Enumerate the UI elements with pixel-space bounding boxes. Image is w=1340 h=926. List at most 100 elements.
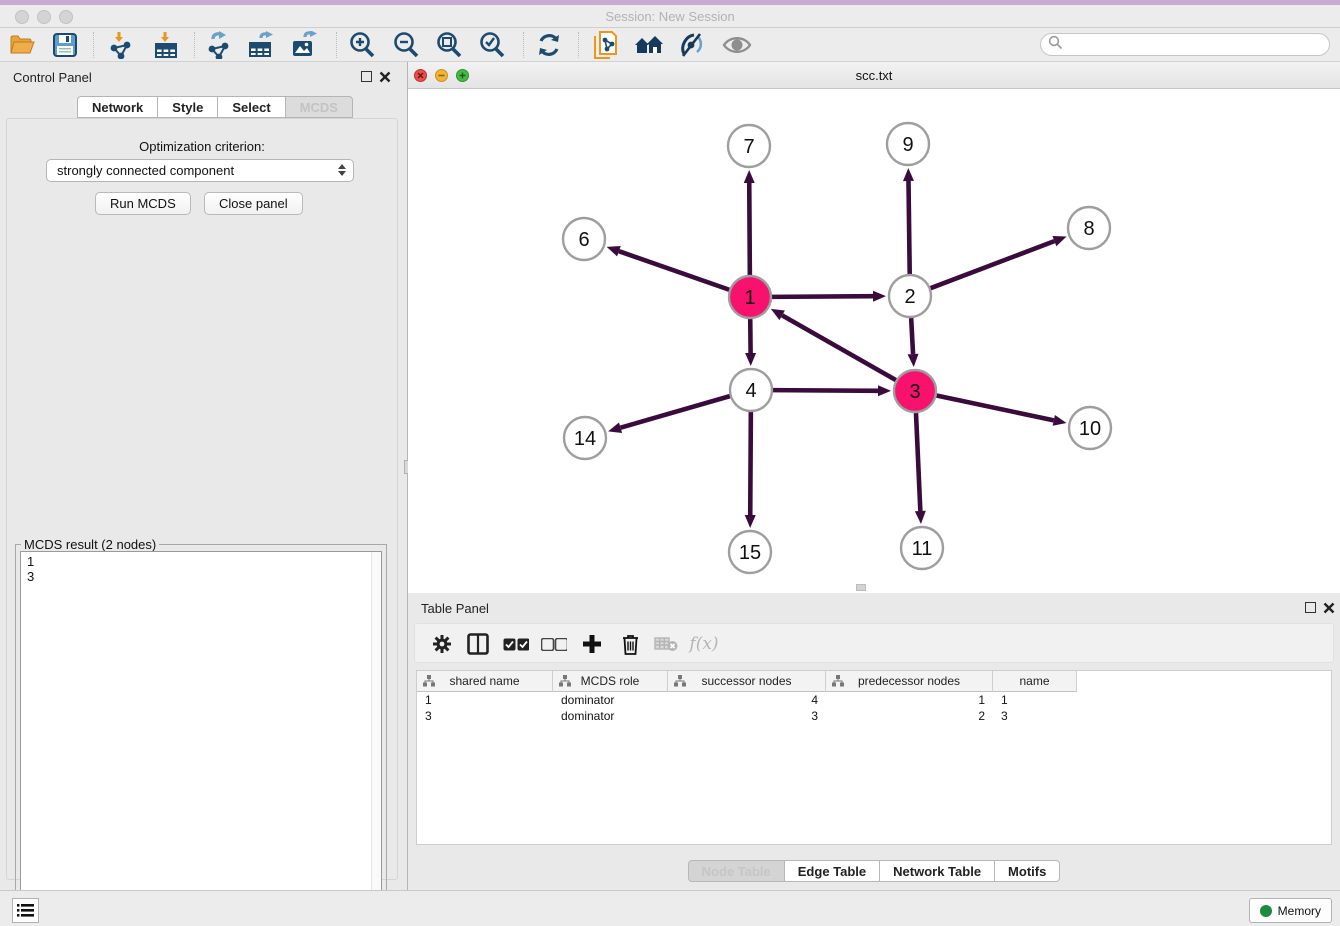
close-panel-button[interactable]: Close panel [204, 192, 303, 215]
graph-node-label: 15 [739, 542, 761, 564]
toolbar-separator [194, 32, 195, 58]
tab-style[interactable]: Style [157, 96, 217, 118]
table-cell[interactable]: dominator [553, 692, 668, 708]
result-scrollbar[interactable] [371, 552, 381, 920]
table-cell[interactable]: 4 [668, 692, 826, 708]
network-canvas[interactable]: 7968124314101511 [408, 89, 1340, 593]
control-panel-title: Control Panel [13, 70, 92, 85]
mcds-result-textarea[interactable]: 1 3 [20, 551, 382, 921]
table-header-row: shared nameMCDS rolesuccessor nodesprede… [417, 671, 1077, 692]
mcds-result-label: MCDS result (2 nodes) [21, 537, 159, 552]
table-row[interactable]: 1dominator411 [417, 692, 1331, 708]
graph-node-label: 1 [744, 287, 755, 309]
table-cell[interactable]: 2 [826, 708, 993, 724]
table-cell[interactable]: 1 [826, 692, 993, 708]
first-neighbors-icon[interactable] [632, 31, 666, 59]
export-network-icon[interactable] [202, 31, 236, 59]
table-cell[interactable]: 3 [668, 708, 826, 724]
window-title: Session: New Session [0, 9, 1340, 24]
deselect-all-checks-icon[interactable] [539, 630, 569, 658]
tab-select[interactable]: Select [217, 96, 284, 118]
graph-node-label: 11 [912, 538, 933, 560]
graph-node-label: 8 [1083, 218, 1094, 240]
show-graphics-icon[interactable] [720, 31, 754, 59]
table-tabs: Node Table Edge Table Network Table Moti… [408, 860, 1340, 882]
network-from-selection-icon[interactable] [588, 31, 622, 59]
table-body: 1dominator4113dominator323 [417, 692, 1331, 724]
graph-edge-4-3[interactable] [773, 390, 878, 391]
graph-node-label: 6 [578, 229, 589, 251]
graph-edge-1-7[interactable] [749, 183, 750, 275]
arrowhead-icon [873, 291, 886, 302]
hide-graphics-icon[interactable] [675, 31, 709, 59]
main-toolbar [0, 28, 1340, 62]
table-cell[interactable]: 1 [993, 692, 1077, 708]
network-title: scc.txt [408, 68, 1340, 83]
graph-edge-4-14[interactable] [621, 396, 730, 428]
table-cell[interactable]: dominator [553, 708, 668, 724]
zoom-selected-icon[interactable] [475, 31, 509, 59]
apply-layout-icon[interactable] [532, 31, 566, 59]
graph-edge-1-6[interactable] [619, 251, 729, 290]
window-titlebar: Session: New Session [0, 0, 1340, 28]
graph-node-label: 14 [574, 428, 596, 450]
close-table-panel-icon[interactable] [1323, 601, 1335, 613]
column-header-predecessor-nodes[interactable]: predecessor nodes [826, 671, 993, 692]
canvas-scrollbar-thumb[interactable] [856, 584, 866, 591]
export-image-icon[interactable] [288, 31, 322, 59]
tab-network[interactable]: Network [77, 96, 157, 118]
save-session-icon[interactable] [48, 31, 82, 59]
column-header-successor-nodes[interactable]: successor nodes [668, 671, 826, 692]
close-panel-icon[interactable] [379, 70, 391, 82]
zoom-in-icon[interactable] [345, 31, 379, 59]
tab-motifs[interactable]: Motifs [995, 860, 1060, 882]
graph-edge-2-9[interactable] [908, 181, 909, 274]
arrowhead-icon [607, 246, 621, 256]
import-network-icon[interactable] [103, 31, 137, 59]
graph-edge-3-1[interactable] [782, 315, 896, 380]
tab-edge-table[interactable]: Edge Table [785, 860, 880, 882]
arrowhead-icon [908, 354, 919, 367]
memory-button[interactable]: Memory [1249, 898, 1332, 923]
tab-network-table[interactable]: Network Table [880, 860, 995, 882]
search-input[interactable] [1040, 33, 1330, 56]
column-header-shared-name[interactable]: shared name [417, 671, 553, 692]
node-table: shared nameMCDS rolesuccessor nodesprede… [416, 670, 1332, 845]
table-row[interactable]: 3dominator323 [417, 708, 1331, 724]
criterion-dropdown[interactable]: strongly connected component [46, 159, 354, 182]
zoom-fit-icon[interactable] [432, 31, 466, 59]
task-history-button[interactable] [12, 898, 39, 923]
function-builder-icon[interactable]: f(x) [689, 630, 719, 658]
toolbar-separator [523, 32, 524, 58]
zoom-out-icon[interactable] [389, 31, 423, 59]
graph-edge-4-15[interactable] [750, 412, 751, 515]
delete-column-icon[interactable] [651, 630, 681, 658]
open-folder-icon[interactable] [6, 31, 40, 59]
graph-edge-3-11[interactable] [916, 413, 920, 511]
float-panel-icon[interactable] [361, 71, 372, 82]
graph-edge-2-8[interactable] [931, 241, 1055, 288]
tab-mcds[interactable]: MCDS [285, 96, 353, 118]
column-header-name[interactable]: name [993, 671, 1077, 692]
float-table-panel-icon[interactable] [1305, 602, 1316, 613]
run-mcds-button[interactable]: Run MCDS [95, 192, 191, 215]
settings-gear-icon[interactable] [427, 630, 457, 658]
arrowhead-icon [878, 385, 891, 396]
delete-rows-icon[interactable] [615, 630, 645, 658]
show-columns-icon[interactable] [463, 630, 493, 658]
table-cell[interactable]: 3 [993, 708, 1077, 724]
table-panel-title: Table Panel [421, 601, 489, 616]
graph-edge-3-10[interactable] [937, 396, 1054, 421]
table-cell[interactable]: 3 [417, 708, 553, 724]
graph-edge-1-2[interactable] [772, 296, 873, 297]
arrowhead-icon [608, 422, 622, 433]
select-all-checks-icon[interactable] [501, 630, 531, 658]
import-table-icon[interactable] [149, 31, 183, 59]
column-header-MCDS-role[interactable]: MCDS role [553, 671, 668, 692]
add-row-icon[interactable] [577, 630, 607, 658]
tab-node-table[interactable]: Node Table [688, 860, 785, 882]
export-table-icon[interactable] [245, 31, 279, 59]
control-panel: Control Panel Network Style Select MCDS … [0, 62, 404, 890]
graph-edge-2-3[interactable] [911, 318, 913, 354]
table-cell[interactable]: 1 [417, 692, 553, 708]
